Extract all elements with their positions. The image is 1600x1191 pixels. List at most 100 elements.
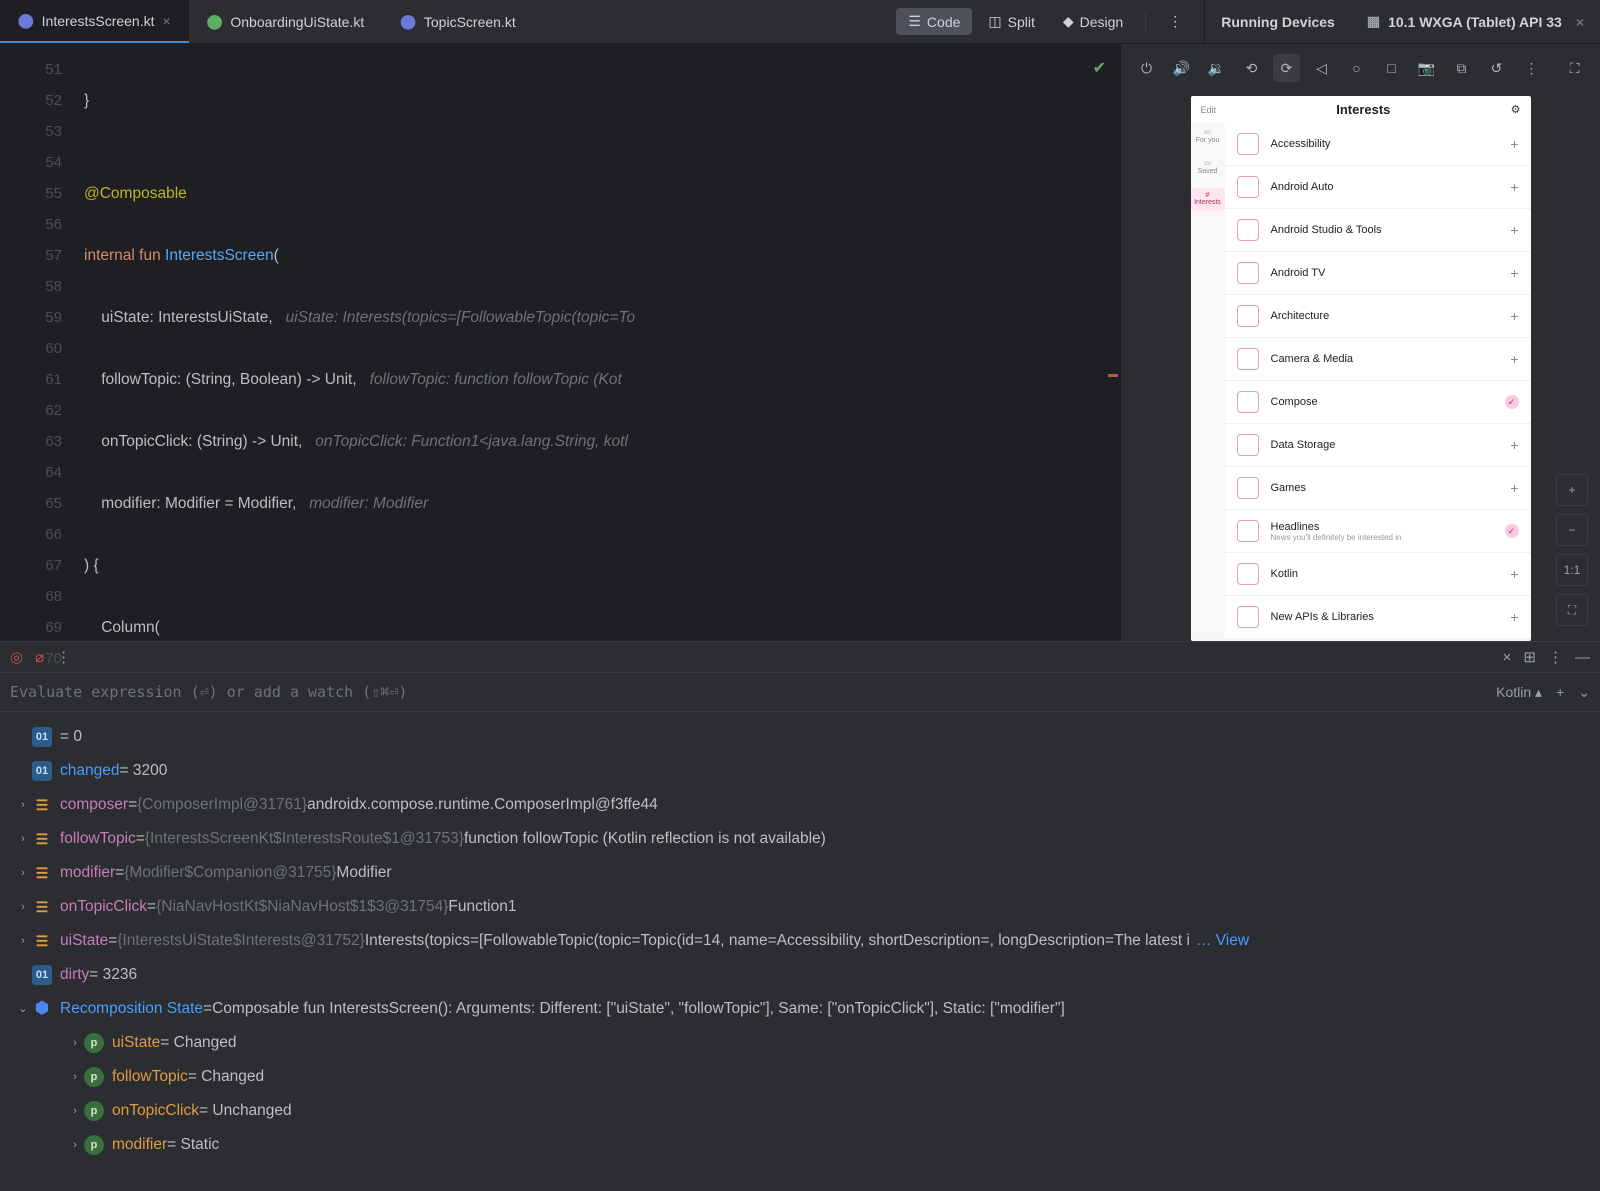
add-watch-icon[interactable]: +	[1556, 684, 1564, 700]
lang-selector[interactable]: Kotlin ▴	[1496, 684, 1542, 701]
zoom-reset-button[interactable]: ⛶	[1556, 594, 1588, 626]
zoom-out-button[interactable]: −	[1556, 514, 1588, 546]
plus-icon[interactable]: +	[1510, 351, 1518, 367]
param-icon: p	[84, 1135, 104, 1155]
variable-row[interactable]: › p uiState = Changed	[6, 1026, 1594, 1060]
rotate-right-icon[interactable]: ⟳	[1273, 54, 1300, 82]
plus-icon[interactable]: +	[1510, 308, 1518, 324]
more-icon[interactable]: ⋮	[1548, 648, 1563, 666]
volume-up-icon[interactable]: 🔊	[1168, 54, 1195, 82]
plus-icon[interactable]: +	[1510, 609, 1518, 625]
plus-icon[interactable]: +	[1510, 566, 1518, 582]
evaluate-bar[interactable]: Evaluate expression (⏎) or add a watch (…	[0, 673, 1600, 712]
topic-row[interactable]: Architecture +	[1225, 295, 1531, 338]
check-icon[interactable]: ✔	[1093, 58, 1106, 78]
rail-saved[interactable]: ▭Saved	[1191, 156, 1225, 179]
more-icon[interactable]: ⋮	[1156, 8, 1194, 35]
object-icon: ☰	[32, 931, 52, 951]
rotate-left-icon[interactable]: ⟲	[1238, 54, 1265, 82]
variable-row[interactable]: ⌄ ⬢ Recomposition State = Composable fun…	[6, 992, 1594, 1026]
gear-icon[interactable]: ⚙	[1511, 103, 1521, 116]
variable-row[interactable]: 01 changed = 3200	[6, 754, 1594, 788]
overview-icon[interactable]: □	[1378, 54, 1405, 82]
divider	[1145, 11, 1146, 33]
code-mode-button[interactable]: ☰ Code	[896, 8, 972, 35]
layout-icon[interactable]: ⊞	[1523, 648, 1536, 666]
expand-arrow[interactable]: ›	[14, 788, 32, 822]
chevron-down-icon[interactable]: ⌄	[1578, 684, 1590, 701]
expand-icon[interactable]: ⛶	[1561, 54, 1588, 82]
close-icon[interactable]: ×	[163, 13, 171, 29]
plus-icon[interactable]: +	[1510, 179, 1518, 195]
topic-row[interactable]: Accessibility +	[1225, 123, 1531, 166]
topic-row[interactable]: Kotlin +	[1225, 553, 1531, 596]
expand-arrow[interactable]: ›	[66, 1128, 84, 1162]
plus-icon[interactable]: +	[1510, 265, 1518, 281]
topic-row[interactable]: Compose ✓	[1225, 381, 1531, 424]
close-icon[interactable]: ×	[1576, 14, 1584, 30]
plus-icon[interactable]: +	[1510, 480, 1518, 496]
record-icon[interactable]: ⧉	[1448, 54, 1475, 82]
emulator-tab[interactable]: ▦ 10.1 WXGA (Tablet) API 33 ×	[1351, 0, 1600, 43]
power-icon[interactable]: ⏻	[1133, 54, 1160, 82]
expand-arrow[interactable]: ›	[14, 924, 32, 958]
file-tab-topic[interactable]: ⬤ TopicScreen.kt	[382, 0, 534, 43]
var-type: {InterestsScreenKt$InterestsRoute$1@3175…	[145, 822, 464, 856]
variables-tree[interactable]: 01 = 0 01 changed = 3200 › ☰ composer = …	[0, 712, 1600, 1191]
variable-row[interactable]: › p modifier = Static	[6, 1128, 1594, 1162]
eval-placeholder: Evaluate expression (⏎) or add a watch (…	[10, 683, 407, 701]
expand-arrow[interactable]: ⌄	[14, 992, 32, 1026]
variable-row[interactable]: › ☰ followTopic = {InterestsScreenKt$Int…	[6, 822, 1594, 856]
variable-row[interactable]: › ☰ composer = {ComposerImpl@31761} andr…	[6, 788, 1594, 822]
variable-row[interactable]: 01 dirty = 3236	[6, 958, 1594, 992]
topic-row[interactable]: Games +	[1225, 467, 1531, 510]
topic-row[interactable]: Android Studio & Tools +	[1225, 209, 1531, 252]
rail-foryou[interactable]: ▭For you	[1191, 125, 1225, 148]
file-tab-onboarding[interactable]: ⬤ OnboardingUiState.kt	[189, 0, 383, 43]
home-icon[interactable]: ○	[1343, 54, 1370, 82]
code-area[interactable]: } @Composable internal fun InterestsScre…	[80, 44, 1120, 641]
variable-row[interactable]: 01 = 0	[6, 720, 1594, 754]
expand-arrow[interactable]: ›	[66, 1060, 84, 1094]
back-icon[interactable]: ◁	[1308, 54, 1335, 82]
rail-interests[interactable]: #Interests	[1191, 188, 1225, 211]
zoom-in-button[interactable]: +	[1556, 474, 1588, 506]
topic-row[interactable]: Android TV +	[1225, 252, 1531, 295]
file-tab-interests[interactable]: ⬤ InterestsScreen.kt ×	[0, 0, 189, 43]
variable-row[interactable]: › p onTopicClick = Unchanged	[6, 1094, 1594, 1128]
variable-row[interactable]: › ☰ uiState = {InterestsUiState$Interest…	[6, 924, 1594, 958]
plus-icon[interactable]: +	[1510, 136, 1518, 152]
expand-arrow[interactable]: ›	[66, 1094, 84, 1128]
emulator-screen[interactable]: Edit Interests ⚙ ▭For you ▭Saved #Intere…	[1191, 96, 1531, 641]
expand-arrow[interactable]: ›	[14, 890, 32, 924]
zoom-fit-button[interactable]: 1:1	[1556, 554, 1588, 586]
var-value: Function1	[448, 890, 516, 924]
plus-icon[interactable]: +	[1510, 437, 1518, 453]
check-icon[interactable]: ✓	[1505, 395, 1519, 409]
topic-row[interactable]: Data Storage +	[1225, 424, 1531, 467]
running-devices-tab[interactable]: Running Devices	[1205, 0, 1351, 43]
screenshot-icon[interactable]: 📷	[1413, 54, 1440, 82]
minimize-icon[interactable]: —	[1575, 649, 1590, 666]
more-icon[interactable]: ⋮	[1518, 54, 1545, 82]
design-mode-button[interactable]: ◆ Design	[1051, 8, 1135, 35]
expand-arrow[interactable]: ›	[14, 822, 32, 856]
variable-row[interactable]: › p followTopic = Changed	[6, 1060, 1594, 1094]
edit-icon[interactable]: Edit	[1201, 105, 1217, 115]
topics-list[interactable]: Accessibility + Android Auto + Android S…	[1225, 123, 1531, 639]
view-link[interactable]: … View	[1196, 924, 1249, 958]
check-icon[interactable]: ✓	[1505, 524, 1519, 538]
topic-row[interactable]: HeadlinesNews you'll definitely be inter…	[1225, 510, 1531, 553]
settings-icon[interactable]: ↺	[1483, 54, 1510, 82]
topic-row[interactable]: New APIs & Libraries +	[1225, 596, 1531, 639]
topic-row[interactable]: Android Auto +	[1225, 166, 1531, 209]
expand-arrow[interactable]: ›	[14, 856, 32, 890]
close-icon[interactable]: ×	[1503, 649, 1512, 666]
topic-row[interactable]: Camera & Media +	[1225, 338, 1531, 381]
expand-arrow[interactable]: ›	[66, 1026, 84, 1060]
split-mode-button[interactable]: ◫ Split	[976, 8, 1046, 35]
variable-row[interactable]: › ☰ onTopicClick = {NiaNavHostKt$NiaNavH…	[6, 890, 1594, 924]
plus-icon[interactable]: +	[1510, 222, 1518, 238]
variable-row[interactable]: › ☰ modifier = {Modifier$Companion@31755…	[6, 856, 1594, 890]
volume-down-icon[interactable]: 🔉	[1203, 54, 1230, 82]
